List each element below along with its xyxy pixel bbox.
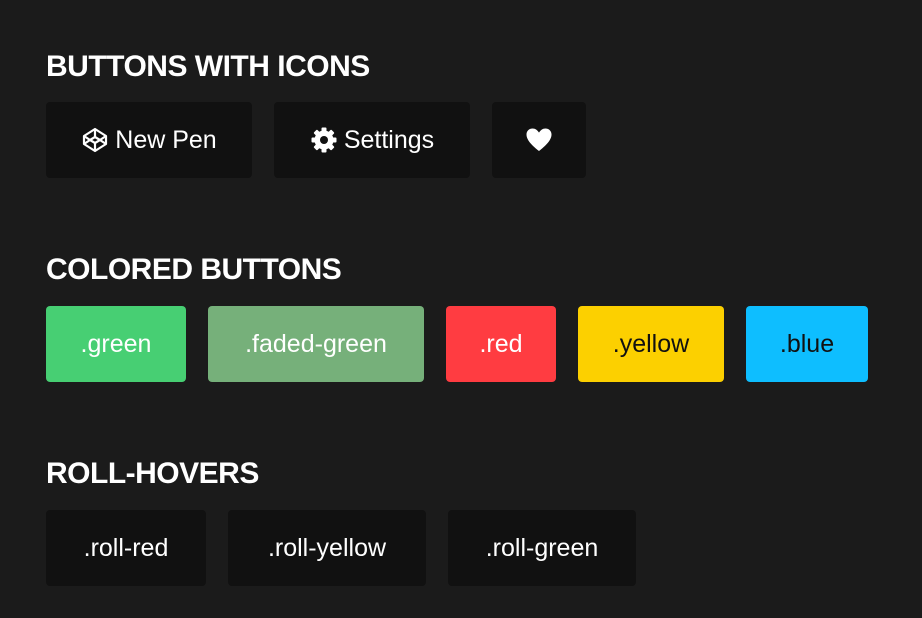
heart-button[interactable] (492, 102, 586, 178)
new-pen-button[interactable]: New Pen (46, 102, 252, 178)
yellow-button[interactable]: .yellow (578, 306, 724, 382)
gear-icon (310, 126, 338, 154)
heart-icon (525, 127, 553, 153)
section-title-colored-buttons: COLORED BUTTONS (46, 253, 342, 286)
roll-red-button[interactable]: .roll-red (46, 510, 206, 586)
section-title-buttons-with-icons: BUTTONS WITH ICONS (46, 50, 370, 83)
roll-yellow-button[interactable]: .roll-yellow (228, 510, 426, 586)
new-pen-label: New Pen (115, 125, 217, 154)
section-title-roll-hovers: ROLL-HOVERS (46, 457, 259, 490)
settings-label: Settings (343, 125, 435, 154)
page: BUTTONS WITH ICONS New Pen Settings COLO… (0, 0, 922, 618)
red-button[interactable]: .red (446, 306, 556, 382)
green-button[interactable]: .green (46, 306, 186, 382)
icon-buttons-row: New Pen Settings (46, 102, 586, 178)
settings-button[interactable]: Settings (274, 102, 470, 178)
colored-buttons-row: .green .faded-green .red .yellow .blue (46, 306, 868, 382)
blue-button[interactable]: .blue (746, 306, 868, 382)
roll-hover-buttons-row: .roll-red .roll-yellow .roll-green (46, 510, 636, 586)
roll-green-button[interactable]: .roll-green (448, 510, 636, 586)
codepen-icon (81, 126, 109, 154)
faded-green-button[interactable]: .faded-green (208, 306, 424, 382)
